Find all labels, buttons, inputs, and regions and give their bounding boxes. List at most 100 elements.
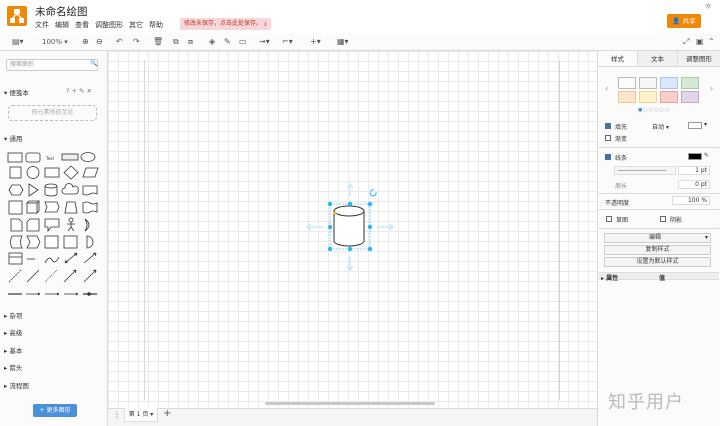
opacity-input[interactable]: 100 % (672, 196, 710, 205)
add-page-icon[interactable]: + (163, 408, 171, 419)
prev-styles-icon[interactable]: ‹ (605, 84, 608, 93)
style-swatch[interactable] (618, 91, 636, 103)
style-swatch[interactable] (681, 77, 699, 89)
page-tab-label: 第 1 页 (128, 411, 149, 418)
undo-icon[interactable]: ↶ (116, 37, 123, 47)
shadow-checkbox[interactable] (660, 216, 666, 222)
delete-icon[interactable]: 🗑 (153, 37, 163, 47)
shape-display (26, 235, 41, 249)
zoom-out-icon[interactable]: ⊖ (96, 37, 103, 47)
fullscreen-icon[interactable]: ⤢ (683, 37, 689, 47)
perimeter-input[interactable]: 0 pt (678, 180, 710, 189)
line-label: 线条 (615, 155, 628, 162)
set-default-style-button[interactable]: 设置为默认样式 (604, 257, 711, 267)
general-shapes-grid[interactable]: Text (7, 149, 99, 299)
pages-menu-icon[interactable]: ⋮ (113, 410, 121, 419)
selected-cylinder[interactable] (305, 180, 395, 275)
zoom-in-icon[interactable]: ⊕ (82, 37, 89, 47)
redo-icon[interactable]: ↷ (133, 37, 140, 47)
user-icon: 👤 (672, 17, 681, 25)
horizontal-scrollbar[interactable] (265, 402, 435, 405)
search-icon[interactable]: 🔍 (90, 60, 97, 67)
to-front-icon[interactable]: ⧉ (173, 37, 179, 47)
resize-handle (367, 246, 373, 252)
gradient-checkbox[interactable] (605, 135, 611, 141)
shape-search-input[interactable]: 搜索图形 (6, 59, 98, 71)
menu-arrange[interactable]: 调整图形 (95, 20, 123, 30)
scratchpad-actions-icon[interactable]: ? + ✎ ✕ (66, 87, 92, 95)
document-title[interactable]: 未命名绘图 (35, 4, 88, 19)
section-flowchart-label: 流程图 (9, 382, 29, 390)
section-arrows[interactable]: ▸ 箭头 (4, 362, 22, 372)
value-column: 值 (659, 275, 666, 282)
next-styles-icon[interactable]: › (710, 84, 713, 93)
line-width-input[interactable]: 1 pt (678, 166, 710, 175)
share-button[interactable]: 👤 共享 (667, 14, 701, 28)
property-column: ▸ 属性 (601, 275, 619, 282)
more-shapes-button[interactable]: + 更多图形 (33, 404, 77, 417)
unsaved-warning-text: 修改未保存，点击此处保存。 (184, 20, 263, 27)
menu-file[interactable]: 文件 (35, 20, 49, 30)
zoom-level[interactable]: 100% ▾ (42, 37, 68, 47)
menu-view[interactable]: 查看 (75, 20, 89, 30)
menu-extras[interactable]: 其它 (129, 20, 143, 30)
style-swatch[interactable] (660, 77, 678, 89)
search-placeholder: 搜索图形 (10, 61, 35, 68)
shape-connector-4 (64, 292, 79, 296)
collapse-icon[interactable]: ⌃ (708, 37, 715, 47)
table-icon[interactable]: ▦▾ (337, 37, 349, 47)
drawio-logo-icon (7, 6, 27, 26)
section-advanced[interactable]: ▸ 高级 (4, 327, 22, 337)
line-color-icon[interactable]: ✎ (224, 37, 231, 47)
general-header[interactable]: ▾ 通用 (4, 133, 22, 143)
fill-mode-select[interactable]: 自动 ▾ (652, 122, 669, 131)
fill-checkbox[interactable] (605, 123, 611, 129)
line-color-swatch[interactable] (688, 153, 702, 160)
fill-color-swatch[interactable] (688, 122, 702, 129)
style-swatch[interactable] (681, 91, 699, 103)
resize-handle (327, 224, 333, 230)
insert-icon[interactable]: +▾ (310, 37, 321, 47)
resize-handle (367, 224, 373, 230)
style-swatch[interactable] (639, 77, 657, 89)
view-panels-icon[interactable]: ▤▾ (12, 37, 24, 47)
menu-help[interactable]: 帮助 (149, 20, 163, 30)
sketch-checkbox[interactable] (606, 216, 612, 222)
format-panel-toggle-icon[interactable]: ▣ (696, 37, 704, 47)
page-tab[interactable]: 第 1 页 ▾ (124, 408, 158, 422)
shape-data-storage (10, 235, 23, 249)
line-color-picker-icon[interactable]: ✎ (704, 152, 709, 159)
section-misc[interactable]: ▸ 杂项 (4, 310, 22, 320)
section-basic[interactable]: ▸ 基本 (4, 345, 22, 355)
shape-text: Text (45, 156, 55, 161)
unsaved-warning[interactable]: 修改未保存，点击此处保存。 ⤓ (180, 18, 271, 30)
tab-arrange[interactable]: 调整图形 (678, 51, 720, 67)
tab-style[interactable]: 样式 (598, 51, 638, 67)
scratchpad-header[interactable]: ▾ 便笺本 (4, 87, 29, 97)
menu-edit[interactable]: 编辑 (55, 20, 69, 30)
fill-color-icon[interactable]: ◈ (209, 37, 215, 47)
shape-textbox (61, 153, 79, 161)
tab-text[interactable]: 文本 (638, 51, 678, 67)
shape-parallelogram (82, 167, 99, 178)
rotate-handle-icon (369, 189, 377, 197)
shadow-icon[interactable]: ▭ (239, 37, 247, 47)
line-checkbox[interactable] (605, 154, 611, 160)
connect-arrow-up (346, 182, 354, 196)
connection-icon[interactable]: →▾ (259, 37, 270, 47)
waypoints-icon[interactable]: ⌐▾ (282, 37, 293, 47)
section-flowchart[interactable]: ▸ 流程图 (4, 380, 29, 390)
style-swatch[interactable] (660, 91, 678, 103)
edit-dropdown[interactable]: 编辑 ▾ (604, 233, 711, 243)
to-back-icon[interactable]: ⧈ (188, 37, 193, 47)
copy-style-button[interactable]: 复制样式 (604, 245, 711, 255)
style-swatch[interactable] (639, 91, 657, 103)
style-swatch[interactable] (618, 77, 636, 89)
scratchpad-dropzone[interactable]: 拖元素拖放至此 (8, 105, 97, 121)
section-misc-label: 杂项 (9, 312, 23, 320)
shape-bidirectional-arrow (64, 252, 78, 264)
connect-arrow-right (377, 223, 395, 231)
style-page-dots[interactable]: ●○○○○○ (638, 107, 670, 113)
theme-icon[interactable]: ☼ (704, 2, 712, 12)
fill-color-picker-icon[interactable]: ▾ (704, 121, 707, 128)
